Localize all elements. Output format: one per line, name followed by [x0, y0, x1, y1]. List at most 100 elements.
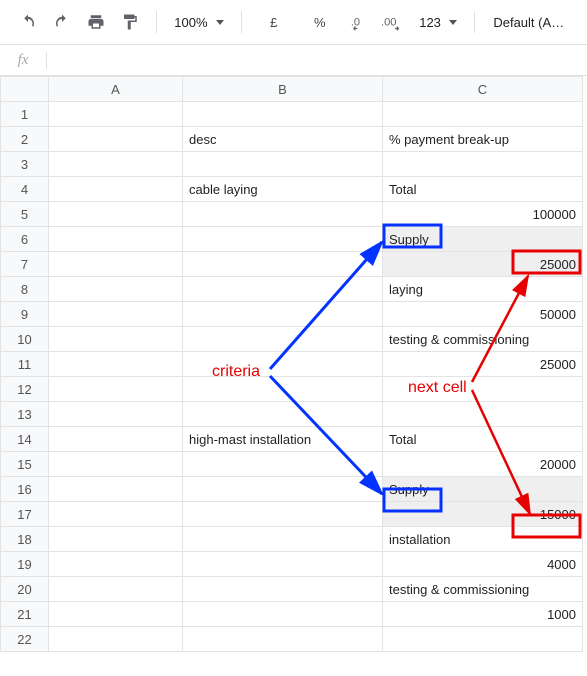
- cell[interactable]: [49, 302, 183, 327]
- row-header[interactable]: 8: [1, 277, 49, 302]
- cell[interactable]: [383, 402, 583, 427]
- cell[interactable]: [49, 452, 183, 477]
- cell-supply-2[interactable]: Supply: [383, 477, 583, 502]
- row-header[interactable]: 20: [1, 577, 49, 602]
- row-header[interactable]: 14: [1, 427, 49, 452]
- paint-format-button[interactable]: [116, 8, 144, 36]
- redo-button[interactable]: [48, 8, 76, 36]
- number-format-dropdown[interactable]: 123: [414, 8, 463, 36]
- cell[interactable]: laying: [383, 277, 583, 302]
- cell[interactable]: [49, 152, 183, 177]
- row-header[interactable]: 19: [1, 552, 49, 577]
- column-header-c[interactable]: C: [383, 77, 583, 102]
- currency-button[interactable]: £: [254, 8, 294, 36]
- row-header[interactable]: 7: [1, 252, 49, 277]
- row-header[interactable]: 18: [1, 527, 49, 552]
- cell[interactable]: [183, 602, 383, 627]
- cell[interactable]: [183, 102, 383, 127]
- row-header[interactable]: 2: [1, 127, 49, 152]
- cell[interactable]: [183, 352, 383, 377]
- cell[interactable]: 20000: [383, 452, 583, 477]
- cell[interactable]: [383, 377, 583, 402]
- cell[interactable]: [183, 502, 383, 527]
- row-header[interactable]: 21: [1, 602, 49, 627]
- column-header-a[interactable]: A: [49, 77, 183, 102]
- cell[interactable]: [49, 377, 183, 402]
- row-header[interactable]: 1: [1, 102, 49, 127]
- row-header[interactable]: 22: [1, 627, 49, 652]
- cell[interactable]: % payment break-up: [383, 127, 583, 152]
- cell[interactable]: [183, 152, 383, 177]
- cell[interactable]: 50000: [383, 302, 583, 327]
- row-header[interactable]: 16: [1, 477, 49, 502]
- cell[interactable]: [183, 477, 383, 502]
- cell[interactable]: [49, 477, 183, 502]
- cell-supply-1[interactable]: Supply: [383, 227, 583, 252]
- row-header[interactable]: 4: [1, 177, 49, 202]
- cell[interactable]: [49, 352, 183, 377]
- row-header[interactable]: 11: [1, 352, 49, 377]
- cell[interactable]: [183, 252, 383, 277]
- cell[interactable]: [49, 102, 183, 127]
- cell[interactable]: [49, 627, 183, 652]
- cell[interactable]: [183, 277, 383, 302]
- cell[interactable]: [49, 177, 183, 202]
- increase-decimal-button[interactable]: .00: [380, 8, 408, 36]
- cell[interactable]: [183, 302, 383, 327]
- row-header[interactable]: 10: [1, 327, 49, 352]
- cell[interactable]: [183, 452, 383, 477]
- cell[interactable]: [49, 527, 183, 552]
- cell[interactable]: [49, 602, 183, 627]
- row-header[interactable]: 13: [1, 402, 49, 427]
- row-header[interactable]: 17: [1, 502, 49, 527]
- cell-value-2[interactable]: 15000: [383, 502, 583, 527]
- cell[interactable]: [49, 402, 183, 427]
- cell[interactable]: [183, 327, 383, 352]
- row-header[interactable]: 6: [1, 227, 49, 252]
- row-header[interactable]: 15: [1, 452, 49, 477]
- cell[interactable]: [49, 202, 183, 227]
- font-dropdown[interactable]: Default (Ari...: [487, 8, 573, 36]
- cell[interactable]: cable laying: [183, 177, 383, 202]
- cell[interactable]: [49, 327, 183, 352]
- cell[interactable]: high-mast installation: [183, 427, 383, 452]
- row-header[interactable]: 3: [1, 152, 49, 177]
- cell[interactable]: [183, 377, 383, 402]
- cell[interactable]: [183, 527, 383, 552]
- cell[interactable]: [383, 152, 583, 177]
- cell[interactable]: [183, 627, 383, 652]
- cell[interactable]: [49, 577, 183, 602]
- cell[interactable]: [183, 402, 383, 427]
- cell[interactable]: [183, 202, 383, 227]
- undo-button[interactable]: [14, 8, 42, 36]
- zoom-dropdown[interactable]: 100%: [169, 8, 229, 36]
- cell[interactable]: Total: [383, 177, 583, 202]
- row-header[interactable]: 5: [1, 202, 49, 227]
- cell[interactable]: Total: [383, 427, 583, 452]
- row-header[interactable]: 12: [1, 377, 49, 402]
- cell[interactable]: [49, 127, 183, 152]
- cell[interactable]: [183, 227, 383, 252]
- cell-value-1[interactable]: 25000: [383, 252, 583, 277]
- cell[interactable]: 100000: [383, 202, 583, 227]
- row-header[interactable]: 9: [1, 302, 49, 327]
- formula-input[interactable]: [47, 45, 587, 75]
- spreadsheet-grid[interactable]: A B C 1 2desc% payment break-up 3 4cable…: [0, 76, 587, 652]
- cell[interactable]: desc: [183, 127, 383, 152]
- cell[interactable]: installation: [383, 527, 583, 552]
- cell[interactable]: [49, 502, 183, 527]
- cell[interactable]: [49, 277, 183, 302]
- cell[interactable]: 4000: [383, 552, 583, 577]
- cell[interactable]: [383, 627, 583, 652]
- cell[interactable]: 25000: [383, 352, 583, 377]
- cell[interactable]: [49, 552, 183, 577]
- print-button[interactable]: [82, 8, 110, 36]
- decrease-decimal-button[interactable]: .0: [346, 8, 374, 36]
- cell[interactable]: [383, 102, 583, 127]
- cell[interactable]: [49, 227, 183, 252]
- cell[interactable]: [183, 552, 383, 577]
- cell[interactable]: [49, 427, 183, 452]
- percent-button[interactable]: %: [300, 8, 340, 36]
- cell[interactable]: testing & commissioning: [383, 577, 583, 602]
- cell[interactable]: testing & commissioning: [383, 327, 583, 352]
